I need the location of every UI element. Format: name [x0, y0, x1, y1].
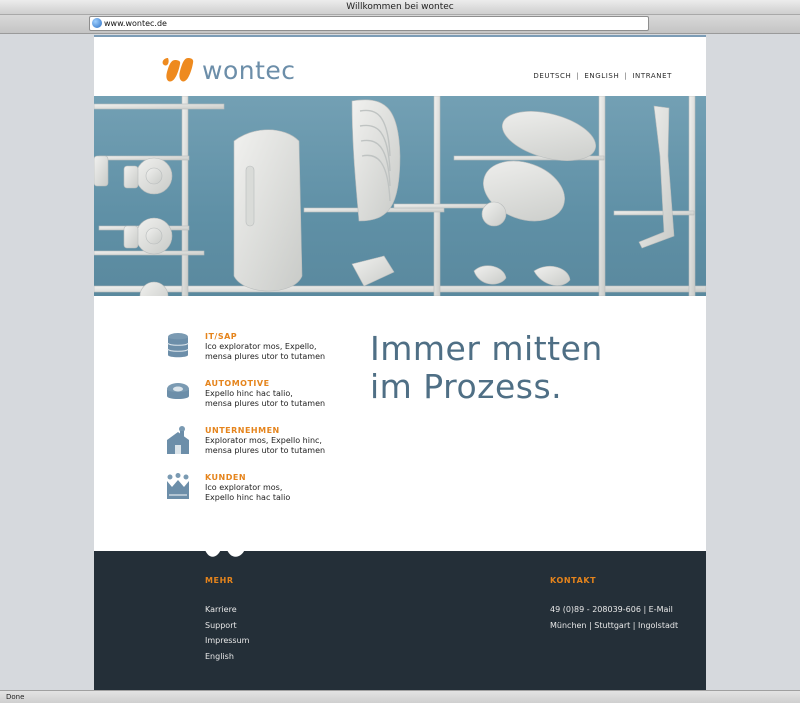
feature-title: UNTERNEHMEN — [205, 426, 280, 435]
feature-item-automotive[interactable]: AUTOMOTIVE Expello hinc hac talio, mensa… — [166, 379, 366, 426]
factory-icon — [167, 426, 189, 454]
nav-separator: | — [576, 72, 580, 80]
globe-icon — [92, 18, 102, 28]
logo-watermark-icon — [204, 547, 246, 557]
web-page: wontec DEUTSCH | ENGLISH | INTRANET IT/S… — [94, 35, 706, 690]
feature-desc-line: Expello hinc hac talio, — [205, 389, 293, 398]
browser-viewport: wontec DEUTSCH | ENGLISH | INTRANET IT/S… — [0, 35, 800, 690]
feature-description: Ico explorator mos, Expello hinc hac tal… — [205, 483, 290, 503]
headline-line: im Prozess. — [370, 367, 563, 406]
site-footer: MEHR Karriere Support Impressum English … — [94, 547, 706, 690]
feature-title: KUNDEN — [205, 473, 247, 482]
feature-description: Ico explorator mos, Expello, mensa plure… — [205, 342, 325, 362]
footer-kontakt-title: KONTAKT — [550, 576, 597, 585]
intranet-link[interactable]: INTRANET — [632, 72, 672, 80]
footer-mehr-title: MEHR — [205, 576, 234, 585]
logo-wordmark: wontec — [202, 55, 296, 85]
feature-list: IT/SAP Ico explorator mos, Expello, mens… — [166, 332, 366, 520]
feature-title: AUTOMOTIVE — [205, 379, 270, 388]
footer-link-support[interactable]: Support — [205, 618, 249, 634]
footer-kontakt-column: KONTAKT 49 (0)89 - 208039-606 | E-Mail M… — [550, 576, 678, 633]
footer-link-impressum[interactable]: Impressum — [205, 633, 249, 649]
feature-desc-line: mensa plures utor to tutamen — [205, 399, 326, 408]
language-nav: DEUTSCH | ENGLISH | INTRANET — [533, 72, 672, 80]
wontec-logo-icon — [162, 58, 194, 82]
footer-phone-email[interactable]: 49 (0)89 - 208039-606 | E-Mail — [550, 602, 678, 618]
feature-desc-line: mensa plures utor to tutamen — [205, 446, 326, 455]
feature-description: Expello hinc hac talio, mensa plures uto… — [205, 389, 325, 409]
feature-desc-line: mensa plures utor to tutamen — [205, 352, 326, 361]
crown-icon — [167, 473, 189, 499]
browser-toolbar: www.wontec.de — [0, 15, 800, 34]
footer-link-karriere[interactable]: Karriere — [205, 602, 249, 618]
nav-separator: | — [624, 72, 628, 80]
lang-link-deutsch[interactable]: DEUTSCH — [533, 72, 571, 80]
footer-link-english[interactable]: English — [205, 649, 249, 665]
feature-desc-line: Ico explorator mos, Expello, — [205, 342, 317, 351]
feature-desc-line: Explorator mos, Expello hinc, — [205, 436, 322, 445]
address-bar[interactable]: www.wontec.de — [89, 16, 649, 31]
feature-item-unternehmen[interactable]: UNTERNEHMEN Explorator mos, Expello hinc… — [166, 426, 366, 473]
hero-image — [94, 96, 706, 296]
status-text: Done — [6, 693, 25, 701]
address-bar-text: www.wontec.de — [104, 19, 167, 28]
footer-mehr-column: MEHR Karriere Support Impressum English — [205, 576, 249, 664]
feature-item-kunden[interactable]: KUNDEN Ico explorator mos, Expello hinc … — [166, 473, 366, 520]
hero-headline: Immer mitten im Prozess. — [370, 330, 603, 406]
site-logo[interactable]: wontec — [160, 55, 296, 85]
page-top-border — [94, 35, 706, 37]
feature-item-it-sap[interactable]: IT/SAP Ico explorator mos, Expello, mens… — [166, 332, 366, 379]
database-icon — [167, 333, 189, 358]
browser-statusbar: Done — [0, 690, 800, 703]
footer-locations[interactable]: München | Stuttgart | Ingolstadt — [550, 618, 678, 634]
feature-desc-line: Expello hinc hac talio — [205, 493, 291, 502]
feature-title: IT/SAP — [205, 332, 238, 341]
window-title: Willkommen bei wontec — [346, 2, 454, 12]
wheel-icon — [167, 383, 189, 399]
headline-line: Immer mitten — [370, 329, 603, 368]
lang-link-english[interactable]: ENGLISH — [584, 72, 619, 80]
feature-desc-line: Ico explorator mos, — [205, 483, 283, 492]
window-titlebar: Willkommen bei wontec — [0, 0, 800, 15]
model-kit-illustration — [94, 96, 706, 296]
feature-description: Explorator mos, Expello hinc, mensa plur… — [205, 436, 325, 456]
